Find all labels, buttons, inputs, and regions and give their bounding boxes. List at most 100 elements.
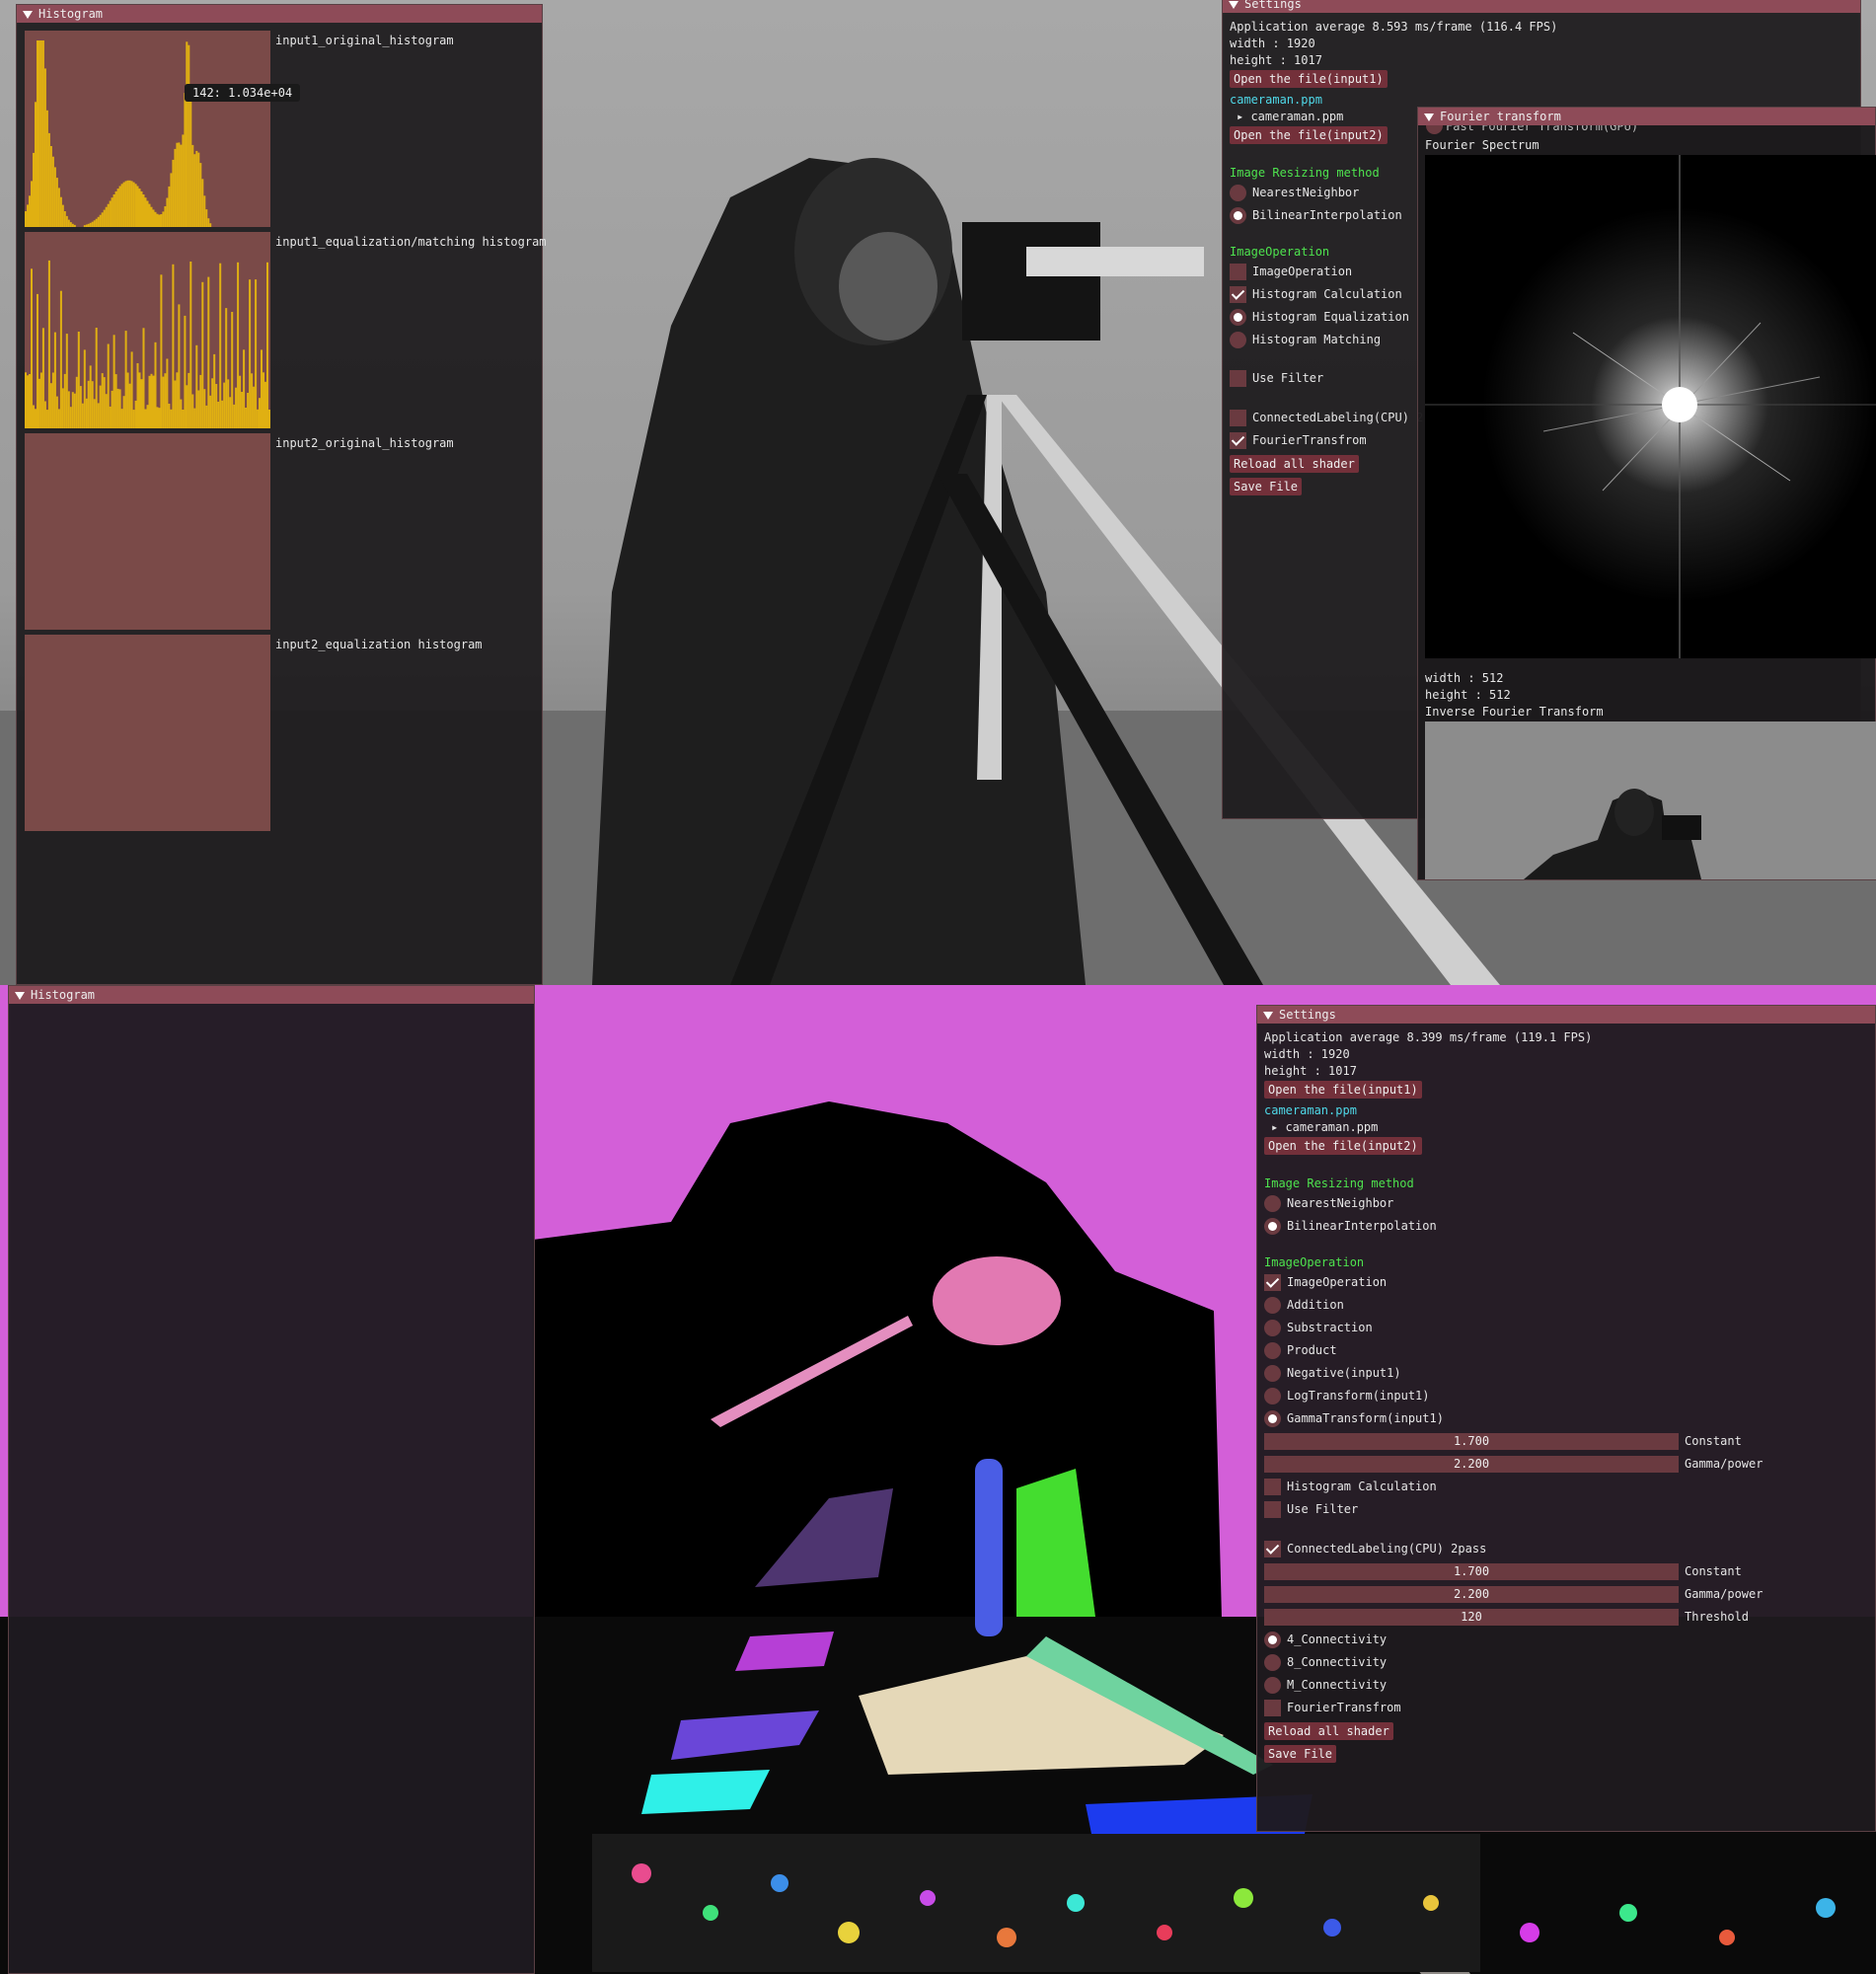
collapse-triangle-icon[interactable] (1424, 113, 1434, 121)
histogram-bar (207, 276, 210, 428)
histogram-bar (99, 214, 102, 227)
histogram-bar (160, 274, 163, 428)
open-input1-button[interactable]: Open the file(input1) (1264, 1081, 1422, 1099)
checkbox-fourier-transform[interactable] (1264, 1700, 1281, 1716)
file-tree-item[interactable]: ▸ cameraman.ppm (1271, 1119, 1378, 1135)
checkbox-fourier-transform[interactable] (1230, 432, 1246, 449)
file-tree-item[interactable]: ▸ cameraman.ppm (1237, 109, 1343, 124)
open-input2-button[interactable]: Open the file(input2) (1230, 126, 1388, 144)
radio-substraction[interactable] (1264, 1320, 1281, 1336)
histogram-bar (83, 349, 86, 428)
checkbox-histogram-calculation[interactable] (1264, 1479, 1281, 1495)
open-input2-button[interactable]: Open the file(input2) (1264, 1137, 1422, 1155)
radio-4-connectivity[interactable] (1264, 1632, 1281, 1648)
histogram-bar (140, 190, 143, 227)
histogram-plot-input2-equalization[interactable] (25, 635, 270, 831)
histogram-bar (195, 150, 198, 227)
image-operation-header: ImageOperation (1264, 1255, 1365, 1269)
histogram-bar (130, 181, 133, 227)
checkbox-image-operation[interactable] (1230, 264, 1246, 280)
histogram-bar (142, 194, 145, 227)
histogram-plot-input1-original[interactable] (25, 31, 270, 228)
file-header[interactable]: cameraman.ppm (1230, 92, 1322, 108)
checkbox-use-filter[interactable] (1230, 370, 1246, 387)
histogram-bar (176, 142, 179, 227)
histogram-bar (103, 209, 106, 227)
histogram-bar (45, 110, 48, 227)
slider-gamma-power[interactable]: 2.200 (1264, 1456, 1679, 1473)
radio-4-connectivity-label: 4_Connectivity (1287, 1632, 1388, 1646)
histogram-bar (247, 393, 250, 428)
histogram-plot-input2-original[interactable] (25, 433, 270, 630)
file-header[interactable]: cameraman.ppm (1264, 1102, 1357, 1118)
radio-negative[interactable] (1264, 1365, 1281, 1382)
histogram-bar (126, 372, 129, 428)
radio-addition[interactable] (1264, 1297, 1281, 1314)
histogram-bar (113, 194, 115, 227)
radio-8-connectivity[interactable] (1264, 1654, 1281, 1671)
histogram-bar (116, 189, 119, 227)
histogram-bar (180, 399, 183, 428)
histogram-bar (166, 197, 169, 227)
checkbox-image-operation[interactable] (1264, 1274, 1281, 1291)
radio-nearest-neighbor[interactable] (1230, 185, 1246, 201)
save-file-button[interactable]: Save File (1230, 478, 1303, 495)
save-file-button[interactable]: Save File (1264, 1745, 1337, 1763)
histogram-bar (189, 101, 192, 227)
reload-shader-button[interactable]: Reload all shader (1264, 1722, 1393, 1740)
radio-log-transform[interactable] (1264, 1388, 1281, 1405)
slider-constant-2[interactable]: 1.700 (1264, 1563, 1679, 1580)
histogram-bar (73, 393, 76, 428)
checkbox-use-filter[interactable] (1264, 1501, 1281, 1518)
slider-constant[interactable]: 1.700 (1264, 1433, 1679, 1450)
histogram-bar (134, 184, 137, 227)
checkbox-histogram-calculation[interactable] (1230, 286, 1246, 303)
radio-histogram-matching[interactable] (1230, 332, 1246, 348)
fft-gpu-partial-text: Fast Fourier Transform(GPU) (1446, 125, 1639, 133)
radio-histogram-matching-label: Histogram Matching (1252, 333, 1382, 346)
histogram-bar (184, 93, 187, 227)
collapse-triangle-icon[interactable] (1263, 1011, 1273, 1020)
histogram-bar (154, 211, 157, 227)
histogram-bar (146, 200, 149, 227)
histogram-bar (211, 378, 214, 428)
radio-m-connectivity[interactable] (1264, 1677, 1281, 1694)
collapse-triangle-icon[interactable] (1229, 0, 1238, 9)
histogram-bar (89, 365, 92, 428)
radio-fft-gpu[interactable] (1426, 125, 1443, 134)
settings-window-titlebar[interactable]: Settings (1223, 0, 1860, 13)
slider-threshold-label: Threshold (1685, 1610, 1750, 1624)
radio-nearest-neighbor[interactable] (1264, 1195, 1281, 1212)
collapse-triangle-icon[interactable] (15, 991, 25, 1000)
checkbox-connected-labeling[interactable] (1264, 1541, 1281, 1557)
histogram-plot-input1-equalization[interactable] (25, 232, 270, 428)
histogram-bar (77, 332, 80, 428)
checkbox-connected-labeling[interactable] (1230, 410, 1246, 426)
settings-window-titlebar[interactable]: Settings (1257, 1006, 1875, 1024)
open-input1-button[interactable]: Open the file(input1) (1230, 70, 1388, 88)
reload-shader-button[interactable]: Reload all shader (1230, 455, 1359, 473)
checkbox-use-filter-label: Use Filter (1252, 371, 1324, 385)
slider-constant-label: Constant (1685, 1434, 1742, 1448)
histogram-bar (67, 219, 70, 227)
histogram-bar (51, 156, 54, 227)
slider-gamma-power-2[interactable]: 2.200 (1264, 1586, 1679, 1603)
histogram-bar (31, 268, 33, 428)
radio-gamma-transform[interactable] (1264, 1410, 1281, 1427)
collapse-triangle-icon[interactable] (23, 10, 33, 19)
histogram-bar (55, 396, 58, 428)
radio-bilinear[interactable] (1264, 1218, 1281, 1235)
slider-threshold[interactable]: 120 (1264, 1609, 1679, 1626)
settings-window-title: Settings (1244, 0, 1302, 11)
histogram-bar (249, 279, 252, 428)
histogram-bar (193, 154, 196, 227)
radio-histogram-equalization[interactable] (1230, 309, 1246, 326)
fourier-window-titlebar[interactable]: Fourier transform (1418, 108, 1875, 125)
fourier-width-text: width : 512 (1425, 671, 1504, 685)
histogram-bar (25, 211, 27, 227)
histogram-window-titlebar[interactable]: Histogram (17, 5, 542, 23)
radio-bilinear[interactable] (1230, 207, 1246, 224)
histogram-window-titlebar[interactable]: Histogram (9, 986, 534, 1004)
radio-product[interactable] (1264, 1342, 1281, 1359)
width-text: width : 1920 (1264, 1047, 1350, 1061)
